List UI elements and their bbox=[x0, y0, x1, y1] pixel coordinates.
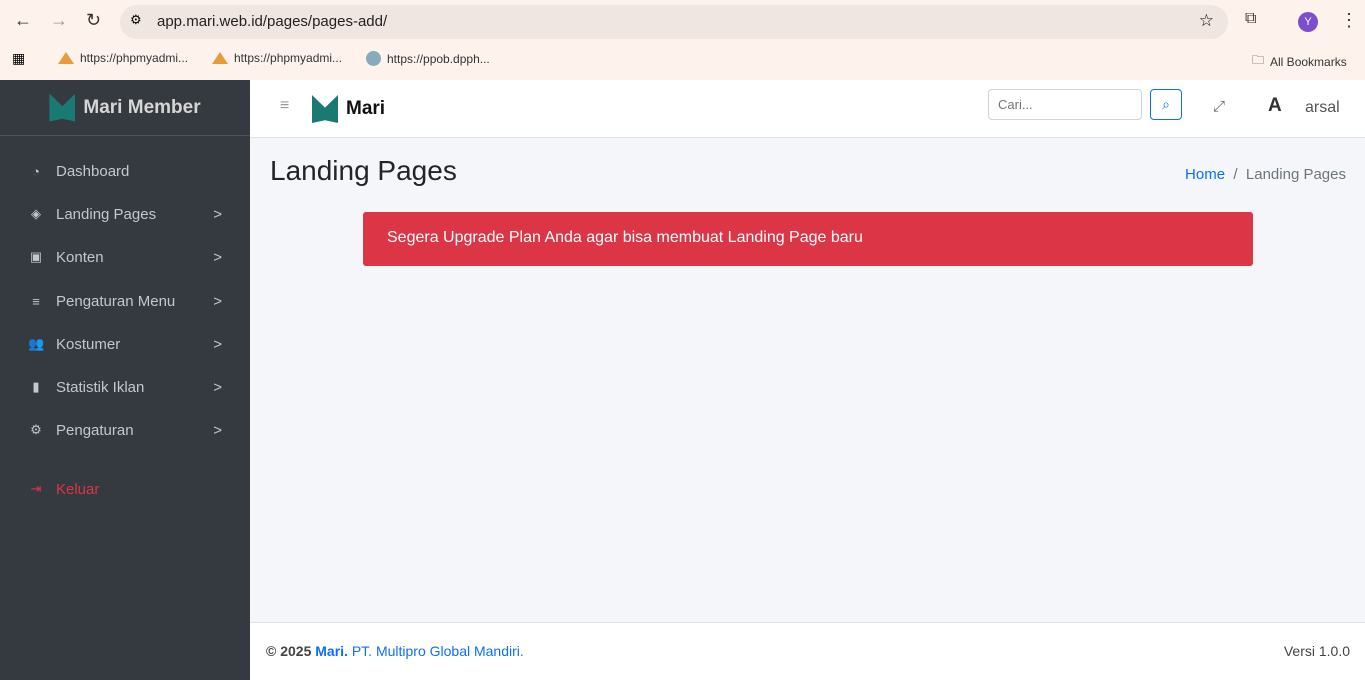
sidebar-item-pengaturan-menu[interactable]: ≡ Pengaturan Menu > bbox=[0, 286, 250, 316]
all-bookmarks[interactable]: 🗀 All Bookmarks bbox=[1252, 51, 1347, 72]
chevron-right-icon: > bbox=[213, 378, 222, 396]
sidebar-item-landing-pages[interactable]: ◈ Landing Pages > bbox=[0, 199, 250, 229]
extensions-icon[interactable]: ⧉ bbox=[1245, 10, 1256, 28]
breadcrumb-home[interactable]: Home bbox=[1185, 166, 1225, 183]
all-bookmarks-label: All Bookmarks bbox=[1270, 54, 1347, 69]
brand-text: Mari Member bbox=[83, 96, 201, 118]
bookmark-label: https://phpmyadmi... bbox=[80, 51, 189, 65]
sidebar-item-label: Landing Pages bbox=[56, 205, 157, 223]
fullscreen-icon[interactable]: ⤢ bbox=[1213, 98, 1225, 115]
chevron-right-icon: > bbox=[213, 421, 222, 439]
gauge-icon: ◔ bbox=[32, 163, 40, 179]
copyright: © 2025 bbox=[266, 643, 312, 659]
sidebar-item-statistik-iklan[interactable]: ▮ Statistik Iklan > bbox=[0, 372, 250, 402]
sidebar-item-dashboard[interactable]: ◔ Dashboard bbox=[0, 156, 250, 186]
menu-icon[interactable]: ⋮ bbox=[1340, 10, 1358, 31]
chevron-right-icon: > bbox=[213, 335, 222, 353]
star-icon[interactable]: ☆ bbox=[1199, 11, 1214, 31]
upgrade-alert: Segera Upgrade Plan Anda agar bisa membu… bbox=[363, 212, 1253, 266]
folder-icon: 🗀 bbox=[1252, 53, 1265, 67]
footer: © 2025 Mari. PT. Multipro Global Mandiri… bbox=[250, 622, 1365, 680]
logout-link[interactable]: ⇥ Keluar bbox=[0, 474, 250, 504]
pma-icon bbox=[212, 52, 228, 64]
back-icon[interactable]: ← bbox=[14, 10, 32, 31]
pma-icon bbox=[58, 52, 74, 64]
sidebar-item-label: Konten bbox=[56, 248, 104, 266]
reload-icon[interactable]: ↻ bbox=[86, 10, 101, 31]
version: Versi 1.0.0 bbox=[1283, 643, 1350, 659]
sidebar-item-label: Pengaturan bbox=[56, 421, 134, 439]
search-input[interactable] bbox=[988, 89, 1142, 120]
url-text: app.mari.web.id/pages/pages-add/ bbox=[157, 13, 388, 30]
bookmark[interactable]: https://phpmyadmi... bbox=[58, 51, 188, 65]
browser-chrome: ← → ↻ ⚙ app.mari.web.id/pages/pages-add/… bbox=[0, 0, 1365, 80]
profile-avatar[interactable]: Y bbox=[1298, 12, 1318, 32]
address-bar[interactable]: ⚙ app.mari.web.id/pages/pages-add/ ☆ bbox=[120, 5, 1228, 39]
footer-brand-link[interactable]: Mari. bbox=[315, 643, 348, 659]
site-settings-icon[interactable]: ⚙ bbox=[130, 12, 142, 28]
topbar: ≡ Mari ⌕ ⤢ A arsal bbox=[250, 80, 1365, 138]
users-icon: 👥 bbox=[28, 336, 45, 351]
layers-icon: ◈ bbox=[31, 206, 41, 221]
sidebar-item-label: Pengaturan Menu bbox=[56, 292, 176, 310]
user-icon: A bbox=[1268, 95, 1282, 116]
footer-company-link[interactable]: PT. Multipro Global Mandiri. bbox=[352, 643, 524, 659]
chevron-right-icon: > bbox=[213, 292, 222, 310]
logo-icon bbox=[49, 93, 76, 122]
search-button[interactable]: ⌕ bbox=[1150, 89, 1182, 120]
image-icon: ▣ bbox=[29, 249, 43, 264]
user-name[interactable]: arsal bbox=[1305, 99, 1340, 117]
apps-icon[interactable]: ▦ bbox=[12, 50, 25, 67]
page-title: Landing Pages bbox=[270, 155, 457, 186]
sidebar-item-konten[interactable]: ▣ Konten > bbox=[0, 242, 250, 272]
chevron-right-icon: > bbox=[213, 248, 222, 266]
breadcrumb-current: Landing Pages bbox=[1245, 166, 1346, 183]
gear-icon: ⚙ bbox=[30, 422, 42, 437]
sidebar-brand[interactable]: Mari Member bbox=[0, 80, 250, 136]
sidebar-item-pengaturan[interactable]: ⚙ Pengaturan > bbox=[0, 415, 250, 445]
sidebar-item-kostumer[interactable]: 👥 Kostumer > bbox=[0, 329, 250, 359]
globe-icon bbox=[366, 51, 381, 66]
logout-label: Keluar bbox=[56, 480, 100, 498]
bookmark-label: https://phpmyadmi... bbox=[234, 51, 343, 65]
sidebar: Mari Member ◔ Dashboard ◈ Landing Pages > ▣… bbox=[0, 80, 250, 680]
bookmark[interactable]: https://phpmyadmi... bbox=[212, 51, 342, 65]
search-icon: ⌕ bbox=[1162, 96, 1170, 112]
sidebar-item-label: Kostumer bbox=[56, 335, 121, 353]
forward-icon[interactable]: → bbox=[50, 10, 68, 31]
hamburger-icon[interactable]: ≡ bbox=[280, 97, 289, 115]
logo-icon bbox=[312, 95, 338, 123]
chevron-right-icon: > bbox=[213, 205, 222, 223]
bookmark[interactable]: https://ppob.dpph... bbox=[366, 51, 490, 66]
breadcrumb: Home / Landing Pages bbox=[1185, 166, 1346, 183]
bars-icon: ≡ bbox=[32, 293, 40, 309]
sidebar-item-label: Statistik Iklan bbox=[56, 378, 145, 396]
logout-icon: ⇥ bbox=[30, 481, 42, 496]
chart-icon: ▮ bbox=[32, 379, 40, 394]
bookmark-label: https://ppob.dpph... bbox=[387, 51, 490, 66]
sidebar-item-label: Dashboard bbox=[56, 162, 130, 180]
topbar-brand[interactable]: Mari bbox=[346, 98, 385, 120]
